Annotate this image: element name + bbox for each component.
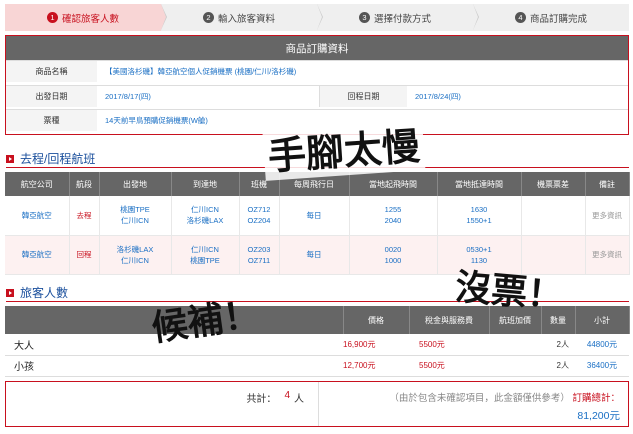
- step-number: 2: [202, 12, 214, 23]
- step-number: 1: [46, 12, 58, 23]
- flight-number-cell: OZ712 OZ204: [239, 196, 280, 236]
- step-label: 確認旅客人數: [61, 13, 119, 25]
- passenger-count-total: 共計： 4 人: [6, 382, 319, 426]
- table-row: 大人 16,900元 5500元 2人 44800元: [5, 334, 629, 356]
- tax-cell: 5500元: [409, 334, 489, 356]
- section-marker-icon: [6, 288, 14, 297]
- step-order-complete: 4 商品訂購完成: [473, 4, 629, 31]
- column-header: 價格: [343, 306, 410, 334]
- grand-total: （由於包含未確認項目，此金額僅供參考） 訂購總計： 81,200元: [319, 382, 628, 426]
- depart-date-value: 2017/8/17(四): [105, 92, 151, 101]
- order-info-title: 商品訂購資料: [6, 36, 628, 60]
- count-label: 共計：: [246, 394, 277, 405]
- step-number: 4: [514, 12, 526, 23]
- subtotal-cell: 44800元: [575, 334, 629, 356]
- arrival-time-cell: 1630 1550+1: [437, 196, 522, 236]
- weekly-days-cell: 每日: [279, 196, 350, 236]
- flight-number-cell: OZ203 OZ711: [239, 235, 280, 275]
- step-label: 輸入旅客資料: [217, 13, 275, 25]
- origin-cell: 洛杉磯LAX 仁川ICN: [99, 235, 172, 275]
- step-select-payment: 3 選擇付款方式: [317, 4, 479, 31]
- section-marker-icon: [6, 154, 14, 163]
- depart-date-label: 出發日期: [6, 86, 97, 107]
- column-header: 出發地: [99, 172, 172, 196]
- product-label: 商品名稱: [6, 61, 97, 82]
- subtotal-cell: 36400元: [575, 355, 629, 377]
- step-enter-passenger-info: 2 輸入旅客資料: [161, 4, 323, 31]
- airline-cell: 韓亞航空: [5, 196, 70, 236]
- total-value: 81,200元: [577, 410, 620, 422]
- order-info-panel: 商品訂購資料 商品名稱 【美國洛杉磯】韓亞航空個人促銷機票 (桃園/仁川/洛杉磯…: [5, 35, 629, 135]
- quantity-cell[interactable]: 2人: [541, 334, 575, 356]
- column-header: 到達地: [171, 172, 240, 196]
- column-header: 小計: [575, 306, 630, 334]
- destination-cell: 仁川ICN 洛杉磯LAX: [171, 196, 240, 236]
- ticket-type-value: 14天前早鳥預購促銷機票(W艙): [105, 116, 208, 125]
- step-confirm-passengers: 1 確認旅客人數: [5, 4, 167, 31]
- annotation-too-slow: 手腳太慢: [262, 114, 426, 181]
- return-date-label: 回程日期: [319, 86, 407, 107]
- segment-cell: 去程: [69, 196, 100, 236]
- surcharge-cell: [489, 355, 541, 377]
- more-info-link[interactable]: 更多資訊: [585, 235, 630, 275]
- column-header: 備註: [585, 172, 630, 196]
- step-number: 3: [358, 12, 370, 23]
- total-label: 訂購總計：: [572, 393, 620, 404]
- passengers-section-title: 旅客人數: [6, 284, 68, 301]
- weekly-days-cell: 每日: [279, 235, 350, 275]
- count-value: 4: [284, 390, 290, 401]
- annotation-no-tickets: 沒票！: [453, 266, 565, 318]
- column-header: 當地起飛時間: [349, 172, 438, 196]
- price-cell: 16,900元: [343, 334, 409, 356]
- fare-difference-cell: [521, 196, 586, 236]
- count-unit: 人: [294, 394, 304, 405]
- destination-cell: 仁川ICN 桃園TPE: [171, 235, 240, 275]
- surcharge-cell: [489, 334, 541, 356]
- product-row: 商品名稱 【美國洛杉磯】韓亞航空個人促銷機票 (桃園/仁川/洛杉磯): [6, 60, 628, 82]
- return-date-value: 2017/8/24(四): [415, 92, 461, 101]
- column-header: 機票票差: [521, 172, 586, 196]
- order-totals: 共計： 4 人 （由於包含未確認項目，此金額僅供參考） 訂購總計： 81,200…: [5, 381, 629, 427]
- checkout-steps: 1 確認旅客人數 2 輸入旅客資料 3 選擇付款方式 4 商品訂購完成: [5, 4, 629, 31]
- departure-time-cell: 0020 1000: [349, 235, 438, 275]
- column-header: 航空公司: [5, 172, 70, 196]
- flights-table: 航空公司 航段 出發地 到達地 班機 每周飛行日 當地起飛時間 當地抵達時間 機…: [5, 172, 630, 275]
- dates-row: 出發日期 2017/8/17(四) 回程日期 2017/8/24(四): [6, 85, 628, 107]
- column-header: 當地抵達時間: [437, 172, 522, 196]
- step-label: 選擇付款方式: [373, 13, 431, 25]
- ticket-type-label: 票種: [6, 110, 97, 131]
- quantity-cell[interactable]: 2人: [541, 355, 575, 377]
- departure-time-cell: 1255 2040: [349, 196, 438, 236]
- tax-cell: 5500元: [409, 355, 489, 377]
- passenger-type: 小孩: [5, 355, 343, 377]
- total-note: （由於包含未確認項目，此金額僅供參考）: [389, 393, 570, 404]
- origin-cell: 桃園TPE 仁川ICN: [99, 196, 172, 236]
- table-row: 韓亞航空 去程 桃園TPE 仁川ICN 仁川ICN 洛杉磯LAX OZ712 OZ20…: [5, 196, 630, 236]
- column-header: 航段: [69, 172, 100, 196]
- step-label: 商品訂購完成: [529, 13, 587, 25]
- airline-cell: 韓亞航空: [5, 235, 70, 275]
- segment-cell: 回程: [69, 235, 100, 275]
- more-info-link[interactable]: 更多資訊: [585, 196, 630, 236]
- table-row: 小孩 12,700元 5500元 2人 36400元: [5, 355, 629, 377]
- price-cell: 12,700元: [343, 355, 409, 377]
- flights-section-title: 去程/回程航班: [6, 150, 95, 167]
- product-value[interactable]: 【美國洛杉磯】韓亞航空個人促銷機票 (桃園/仁川/洛杉磯): [97, 61, 296, 82]
